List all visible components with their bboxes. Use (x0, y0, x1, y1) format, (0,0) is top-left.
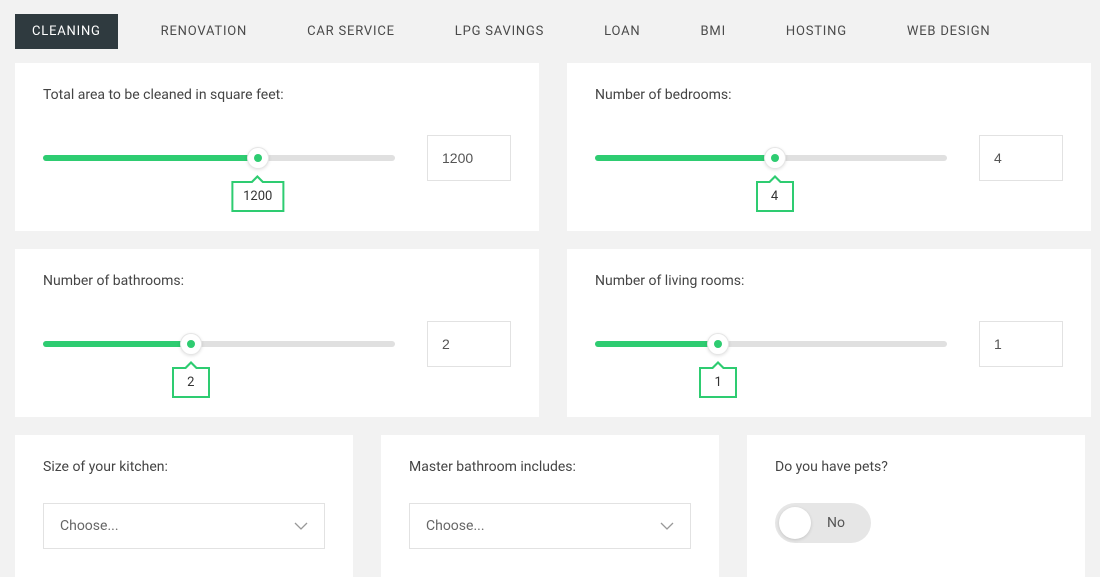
tab-car-service[interactable]: CAR SERVICE (290, 14, 412, 49)
label-area: Total area to be cleaned in square feet: (43, 87, 511, 103)
select-master-bath[interactable]: Choose... (409, 503, 691, 549)
input-area[interactable] (427, 135, 511, 181)
slider-living[interactable]: 1 (595, 341, 947, 347)
card-living: Number of living rooms: 1 (567, 249, 1091, 417)
toggle-pets-knob (779, 507, 811, 539)
tab-lpg-savings[interactable]: LPG SAVINGS (438, 14, 561, 49)
slider-bedrooms-fill (595, 155, 775, 161)
chevron-down-icon (660, 519, 674, 533)
tab-renovation[interactable]: RENOVATION (144, 14, 264, 49)
slider-area-handle[interactable] (247, 147, 269, 169)
slider-living-fill (595, 341, 718, 347)
input-bathrooms[interactable] (427, 321, 511, 367)
card-kitchen: Size of your kitchen: Choose... (15, 435, 353, 577)
select-master-bath-value: Choose... (426, 518, 485, 534)
toggle-pets[interactable]: No (775, 503, 871, 543)
input-living[interactable] (979, 321, 1063, 367)
slider-bathrooms[interactable]: 2 (43, 341, 395, 347)
card-bedrooms: Number of bedrooms: 4 (567, 63, 1091, 231)
label-kitchen: Size of your kitchen: (43, 459, 325, 475)
slider-bathrooms-tooltip: 2 (172, 367, 210, 398)
slider-area-tooltip: 1200 (231, 181, 284, 212)
slider-living-tooltip: 1 (699, 367, 737, 398)
tab-hosting[interactable]: HOSTING (769, 14, 864, 49)
slider-area[interactable]: 1200 (43, 155, 395, 161)
slider-bedrooms-tooltip: 4 (756, 181, 794, 212)
slider-bathrooms-handle[interactable] (180, 333, 202, 355)
select-kitchen[interactable]: Choose... (43, 503, 325, 549)
slider-living-handle[interactable] (707, 333, 729, 355)
label-pets: Do you have pets? (775, 459, 1057, 475)
label-bedrooms: Number of bedrooms: (595, 87, 1063, 103)
input-bedrooms[interactable] (979, 135, 1063, 181)
card-master-bath: Master bathroom includes: Choose... (381, 435, 719, 577)
select-kitchen-value: Choose... (60, 518, 119, 534)
card-area: Total area to be cleaned in square feet:… (15, 63, 539, 231)
card-bathrooms: Number of bathrooms: 2 (15, 249, 539, 417)
label-living: Number of living rooms: (595, 273, 1063, 289)
slider-bedrooms[interactable]: 4 (595, 155, 947, 161)
label-bathrooms: Number of bathrooms: (43, 273, 511, 289)
slider-bathrooms-fill (43, 341, 191, 347)
slider-area-fill (43, 155, 258, 161)
slider-bedrooms-handle[interactable] (764, 147, 786, 169)
tab-web-design[interactable]: WEB DESIGN (890, 14, 1008, 49)
tab-bmi[interactable]: BMI (684, 14, 743, 49)
label-master-bath: Master bathroom includes: (409, 459, 691, 475)
tab-bar: CLEANING RENOVATION CAR SERVICE LPG SAVI… (0, 0, 1100, 63)
card-pets: Do you have pets? No (747, 435, 1085, 577)
tab-loan[interactable]: LOAN (587, 14, 657, 49)
toggle-pets-value: No (827, 515, 845, 531)
chevron-down-icon (294, 519, 308, 533)
tab-cleaning[interactable]: CLEANING (15, 14, 118, 49)
